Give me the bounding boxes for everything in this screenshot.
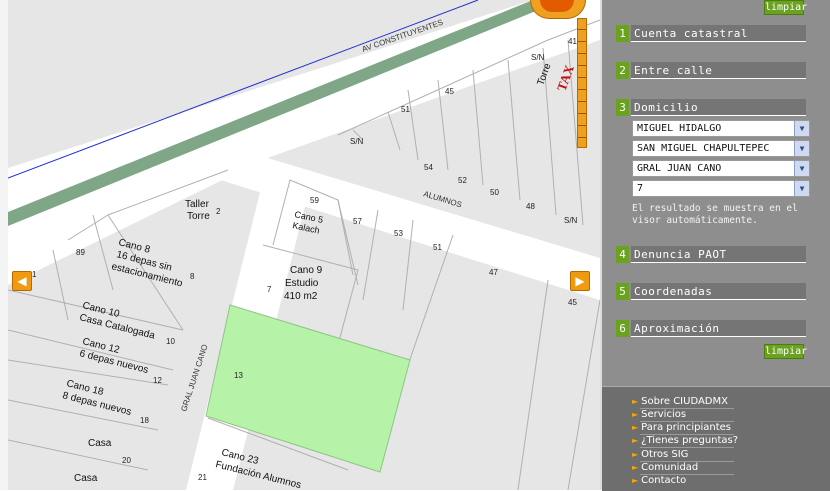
select-value: GRAL JUAN CANO bbox=[637, 163, 722, 174]
calle-select[interactable]: GRAL JUAN CANO ▼ bbox=[632, 160, 810, 177]
section-label: Cuenta catastral bbox=[631, 25, 806, 42]
lot-number: 8 bbox=[190, 272, 195, 281]
bullet-icon: ► bbox=[632, 476, 639, 485]
lot-number: 57 bbox=[353, 217, 362, 226]
lot-number: S/N bbox=[531, 53, 545, 62]
compass-inner bbox=[540, 0, 574, 12]
lot-number: 20 bbox=[122, 456, 131, 465]
bullet-icon: ► bbox=[632, 410, 639, 419]
section-label: Coordenadas bbox=[631, 283, 806, 300]
lot-number: 21 bbox=[198, 473, 207, 482]
label-gral-juan-cano: GRAL JUAN CANO bbox=[179, 343, 209, 412]
pan-west-arrow-icon[interactable]: ◀ bbox=[12, 271, 32, 291]
cano9-label: 410 m2 bbox=[284, 291, 318, 302]
bullet-icon: ► bbox=[632, 450, 639, 459]
map-view[interactable]: AV CONSTITUYENTES ALUMNOS GRAL JUAN CANO… bbox=[8, 0, 600, 490]
lot-number: S/N bbox=[350, 137, 364, 146]
chevron-down-icon[interactable]: ▼ bbox=[794, 161, 809, 176]
section-domicilio[interactable]: 3 Domicilio bbox=[616, 99, 806, 116]
link-tienes-preguntas[interactable]: ► ¿Tienes preguntas? bbox=[632, 434, 739, 448]
cano9-label: Cano 9 bbox=[290, 265, 323, 276]
result-note: El resultado se muestra en el visor auto… bbox=[632, 203, 798, 226]
lot-number: 45 bbox=[568, 298, 577, 307]
lot-number: 18 bbox=[140, 416, 149, 425]
section-number: 5 bbox=[616, 283, 629, 300]
casa-label: Casa bbox=[88, 438, 112, 449]
casa-label: Casa bbox=[74, 473, 98, 484]
section-label: Entre calle bbox=[631, 62, 806, 79]
chevron-down-icon[interactable]: ▼ bbox=[794, 181, 809, 196]
link-otros-sig[interactable]: ► Otros SIG bbox=[632, 448, 734, 462]
link-contacto[interactable]: ► Contacto bbox=[632, 474, 686, 487]
bullet-icon: ► bbox=[632, 423, 639, 432]
link-label: Contacto bbox=[641, 475, 687, 486]
section-denuncia-paot[interactable]: 4 Denuncia PAOT bbox=[616, 246, 806, 263]
lot-number: 10 bbox=[166, 337, 175, 346]
section-number: 2 bbox=[616, 62, 629, 79]
link-comunidad[interactable]: ► Comunidad bbox=[632, 461, 734, 475]
section-number: 4 bbox=[616, 246, 629, 263]
bullet-icon: ► bbox=[632, 463, 639, 472]
lot-number: 13 bbox=[234, 371, 243, 380]
link-label: Servicios bbox=[641, 409, 687, 420]
section-aproximacion[interactable]: 6 Aproximación bbox=[616, 320, 806, 337]
zoom-scale-bar[interactable] bbox=[577, 18, 587, 148]
section-coordenadas[interactable]: 5 Coordenadas bbox=[616, 283, 806, 300]
link-label: Para principiantes bbox=[641, 422, 732, 433]
lot-number: 2 bbox=[216, 207, 221, 216]
section-number: 3 bbox=[616, 99, 629, 116]
map-canvas[interactable]: AV CONSTITUYENTES ALUMNOS GRAL JUAN CANO… bbox=[8, 0, 600, 490]
lot-number: 45 bbox=[445, 87, 454, 96]
taller-torre-label: Torre bbox=[187, 211, 210, 222]
cano9-label: Estudio bbox=[285, 278, 319, 289]
colonia-select[interactable]: SAN MIGUEL CHAPULTEPEC ▼ bbox=[632, 140, 810, 157]
link-label: Otros SIG bbox=[641, 449, 689, 460]
lot-number: 53 bbox=[394, 229, 403, 238]
bullet-icon: ► bbox=[632, 436, 639, 445]
link-label: ¿Tienes preguntas? bbox=[641, 435, 739, 446]
lot-number: 59 bbox=[310, 196, 319, 205]
torre-tax-label: Torre bbox=[535, 61, 553, 87]
lot-number: 51 bbox=[401, 105, 410, 114]
link-para-principiantes[interactable]: ► Para principiantes bbox=[632, 421, 734, 435]
link-sobre-ciudadmx[interactable]: ► Sobre CIUDADMX bbox=[632, 395, 734, 409]
lot-number: 7 bbox=[267, 285, 272, 294]
select-value: 7 bbox=[637, 183, 644, 194]
select-value: SAN MIGUEL CHAPULTEPEC bbox=[637, 143, 770, 154]
delegacion-select[interactable]: MIGUEL HIDALGO ▼ bbox=[632, 120, 810, 137]
link-label: Sobre CIUDADMX bbox=[641, 396, 728, 407]
lot-number: 50 bbox=[490, 188, 499, 197]
lot-number: 89 bbox=[76, 248, 85, 257]
pan-east-arrow-icon[interactable]: ▶ bbox=[570, 271, 590, 291]
link-label: Comunidad bbox=[641, 462, 699, 473]
lot-number: 51 bbox=[433, 243, 442, 252]
numero-select[interactable]: 7 ▼ bbox=[632, 180, 810, 197]
section-label: Domicilio bbox=[631, 99, 806, 116]
link-servicios[interactable]: ► Servicios bbox=[632, 408, 734, 422]
section-label: Denuncia PAOT bbox=[631, 246, 806, 263]
clear-button-top[interactable]: limpiar bbox=[764, 0, 807, 15]
lot-number: 48 bbox=[526, 202, 535, 211]
chevron-down-icon[interactable]: ▼ bbox=[794, 121, 809, 136]
lot-number: S/N bbox=[564, 216, 578, 225]
section-cuenta-catastral[interactable]: 1 Cuenta catastral bbox=[616, 25, 806, 42]
lot-number: 47 bbox=[489, 268, 498, 277]
lot-number: 52 bbox=[458, 176, 467, 185]
section-number: 1 bbox=[616, 25, 629, 42]
tax-sign: TAX bbox=[554, 62, 577, 93]
select-value: MIGUEL HIDALGO bbox=[637, 123, 722, 134]
bullet-icon: ► bbox=[632, 397, 639, 406]
section-label: Aproximación bbox=[631, 320, 806, 337]
section-number: 6 bbox=[616, 320, 629, 337]
lot-number: 54 bbox=[424, 163, 433, 172]
section-entre-calle[interactable]: 2 Entre calle bbox=[616, 62, 806, 79]
lot-number: 12 bbox=[153, 376, 162, 385]
chevron-down-icon[interactable]: ▼ bbox=[794, 141, 809, 156]
lot-number: 1 bbox=[32, 270, 37, 279]
taller-torre-label: Taller bbox=[185, 199, 210, 210]
clear-button-bottom[interactable]: limpiar bbox=[764, 344, 807, 359]
search-panel: limpiar 1 Cuenta catastral 2 Entre calle… bbox=[602, 0, 830, 378]
